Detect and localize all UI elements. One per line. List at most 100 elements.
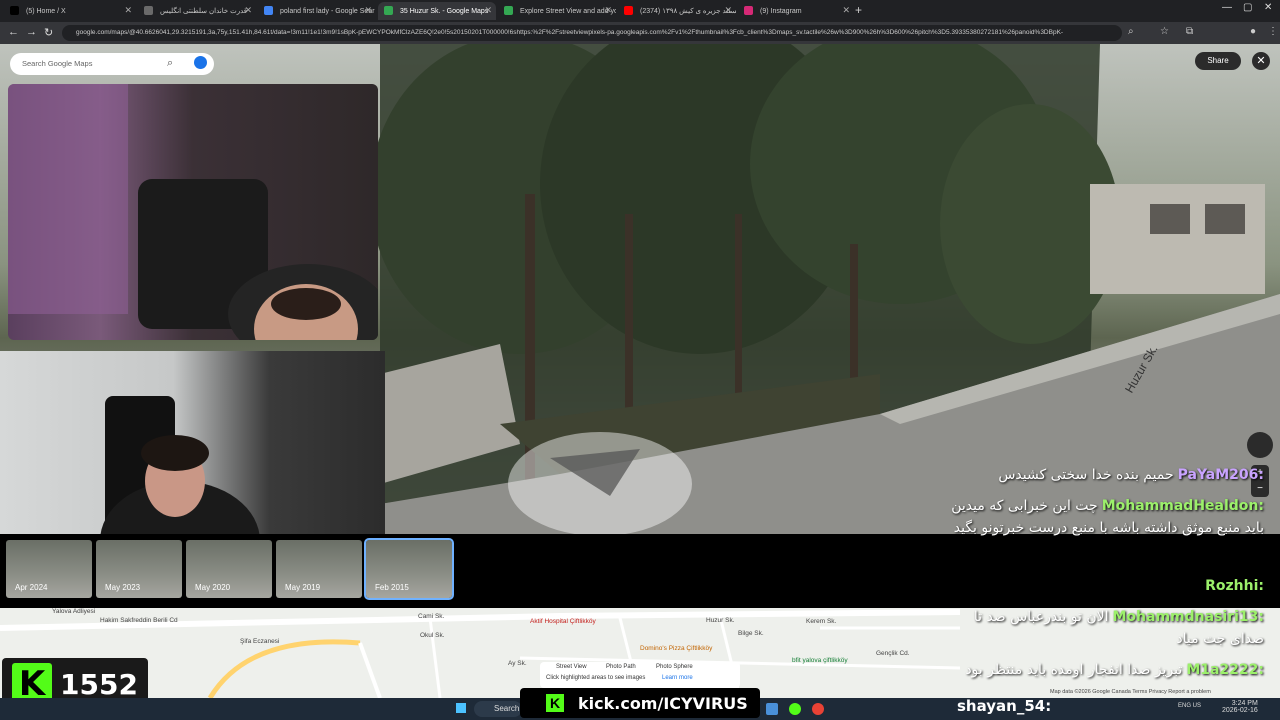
chat-message: Rozhhi: xyxy=(1201,578,1264,594)
map-label: Okul Sk. xyxy=(420,632,445,639)
extensions-icon[interactable]: ⧉ xyxy=(1186,26,1193,37)
maximize-icon[interactable]: ▢ xyxy=(1243,2,1252,13)
tab-3[interactable]: 35 Huzur Sk. - Google Maps ✕ xyxy=(378,2,496,20)
tab-label: poland first lady - Google Sear xyxy=(280,7,375,15)
tab-label: Explore Street View and add yo xyxy=(520,7,616,15)
chat-text: چت این خبرابی که میدین xyxy=(951,498,1098,514)
close-street-view-button[interactable]: ✕ xyxy=(1252,52,1270,70)
map-label: Huzur Sk. xyxy=(706,617,735,624)
chat-text: الان تو بندرعباس صد تا xyxy=(973,609,1109,625)
timeline-thumbnail[interactable]: Feb 2015 xyxy=(364,538,454,600)
timeline-date: May 2020 xyxy=(195,583,231,592)
webcam-guest-bottom xyxy=(0,351,385,541)
legend-photo-path: Photo Path xyxy=(606,664,636,670)
taskbar-app-icon[interactable] xyxy=(766,703,778,715)
webcam-scene-2 xyxy=(100,396,260,541)
map-label: Kerem Sk. xyxy=(806,618,837,625)
taskbar-chrome-icon[interactable] xyxy=(812,703,824,715)
tab-favicon-icon xyxy=(384,6,393,15)
tab-close-icon[interactable]: ✕ xyxy=(604,5,612,16)
map-label: Cami Sk. xyxy=(418,613,445,620)
kick-k-icon: K xyxy=(546,694,564,712)
bookmark-star-icon[interactable]: ☆ xyxy=(1160,26,1169,37)
learn-more-link[interactable]: Learn more xyxy=(662,675,693,681)
tab-label: 35 Huzur Sk. - Google Maps xyxy=(400,7,489,15)
map-label: Bilge Sk. xyxy=(738,630,764,637)
tab-close-icon[interactable]: ✕ xyxy=(842,5,850,16)
share-label: Share xyxy=(1207,56,1229,65)
chat-message: الان تو بندرعباس صد تا Mohammdnasiri13: xyxy=(974,609,1264,625)
minimize-icon[interactable]: — xyxy=(1222,2,1232,13)
tab-label: (2374) مستند جزیره ی کیش ۱۳۹۸ xyxy=(640,8,736,15)
follower-count: 1552 xyxy=(60,668,138,701)
tab-label: قدرت خاندان سلطنتی انگلیس xyxy=(160,8,248,15)
search-input[interactable]: Search Google Maps xyxy=(10,53,214,75)
chat-bottom-username: shayan_54: xyxy=(957,697,1052,715)
tab-favicon-icon xyxy=(10,6,19,15)
map-footer: Map data ©2026 Google Canada Terms Priva… xyxy=(1050,689,1211,695)
tab-1[interactable]: قدرت خاندان سلطنتی انگلیس ✕ xyxy=(138,2,256,20)
tab-favicon-icon xyxy=(264,6,273,15)
map-label: Aktif Hospital Çiftlikköy xyxy=(530,618,596,625)
back-icon[interactable]: ← xyxy=(8,26,19,38)
tab-close-icon[interactable]: ✕ xyxy=(724,5,732,16)
timeline-thumbnail[interactable]: May 2019 xyxy=(276,540,362,598)
tab-label: (9) Instagram xyxy=(760,7,802,15)
legend-street-view: Street View xyxy=(556,664,587,670)
url-field[interactable]: google.com/maps/@40.6626041,29.3215191,3… xyxy=(62,25,1122,41)
tab-6[interactable]: (9) Instagram ✕ xyxy=(738,2,854,20)
forward-icon[interactable]: → xyxy=(26,26,37,38)
timeline-date: Feb 2015 xyxy=(375,583,409,592)
map-label: Yalova Adliyesi xyxy=(52,608,96,615)
tab-favicon-icon xyxy=(144,6,153,15)
reload-icon[interactable]: ↻ xyxy=(44,26,53,39)
chat-message: صدای جت میاد xyxy=(1176,631,1264,647)
webcam-streamer-top xyxy=(8,84,378,340)
chat-message: تبریز صدا انفجار اومده باید منتظر بود M1a… xyxy=(965,662,1264,678)
legend-photo-sphere: Photo Sphere xyxy=(656,664,693,670)
map-label: Ay Sk. xyxy=(508,660,527,667)
timeline-date: Apr 2024 xyxy=(15,583,48,592)
tab-4[interactable]: Explore Street View and add yo ✕ xyxy=(498,2,616,20)
share-button[interactable]: Share xyxy=(1195,52,1241,70)
window-close-icon[interactable]: ✕ xyxy=(1264,2,1272,13)
directions-icon[interactable] xyxy=(194,56,207,69)
tab-0[interactable]: (5) Home / X ✕ xyxy=(4,2,136,20)
tab-favicon-icon xyxy=(744,6,753,15)
tab-close-icon[interactable]: ✕ xyxy=(364,5,372,16)
chat-username: Rozhhi: xyxy=(1205,578,1264,594)
kick-channel-url: kick.com/ICYVIRUS xyxy=(578,694,748,713)
new-tab-button[interactable]: + xyxy=(855,3,862,17)
map-label: bfit yalova çiftlikköy xyxy=(792,657,848,664)
map-label: Gençlik Cd. xyxy=(876,650,910,657)
timeline-thumbnail[interactable]: Apr 2024 xyxy=(6,540,92,598)
tab-2[interactable]: poland first lady - Google Sear ✕ xyxy=(258,2,376,20)
profile-icon[interactable]: ● xyxy=(1250,26,1256,37)
tab-close-icon[interactable]: ✕ xyxy=(484,5,492,16)
chat-text: صدای جت میاد xyxy=(1176,631,1264,647)
chat-username: Mohammdnasiri13: xyxy=(1112,609,1265,625)
tab-close-icon[interactable]: ✕ xyxy=(244,5,252,16)
webcam-scene-1 xyxy=(8,84,378,340)
tab-close-icon[interactable]: ✕ xyxy=(124,5,132,16)
taskbar-app-icon[interactable] xyxy=(789,703,801,715)
windows-start-icon[interactable] xyxy=(456,703,466,713)
chat-message: باید منبع موثق داشته باشه با منبع درست خ… xyxy=(954,520,1264,536)
chat-username: MohammadHealdon: xyxy=(1101,498,1264,514)
chat-username: M1a2222: xyxy=(1186,662,1264,678)
chat-text: تبریز صدا انفجار اومده باید منتظر بود xyxy=(965,662,1183,678)
legend-hint: Click highlighted areas to see images xyxy=(546,675,646,681)
timeline-thumbnail[interactable]: May 2023 xyxy=(96,540,182,598)
clock-time: 3:24 PM xyxy=(1231,700,1258,707)
tab-5[interactable]: (2374) مستند جزیره ی کیش ۱۳۹۸ ✕ xyxy=(618,2,736,20)
browser-menu-icon[interactable]: ⋮ xyxy=(1268,26,1278,37)
timeline-thumbnail[interactable]: May 2020 xyxy=(186,540,272,598)
zoom-icon[interactable]: ⌕ xyxy=(1128,26,1134,37)
taskbar-search[interactable]: Search xyxy=(474,701,522,717)
chat-message: حمیم بنده خدا سختی کشیدس PaYaM206: xyxy=(998,467,1264,483)
timeline-date: May 2019 xyxy=(285,583,321,592)
compass-icon[interactable] xyxy=(1247,432,1273,458)
chat-text: حمیم بنده خدا سختی کشیدس xyxy=(998,467,1174,483)
map-label: Şifa Eczanesi xyxy=(240,638,280,645)
search-icon[interactable]: ⌕ xyxy=(167,57,173,70)
